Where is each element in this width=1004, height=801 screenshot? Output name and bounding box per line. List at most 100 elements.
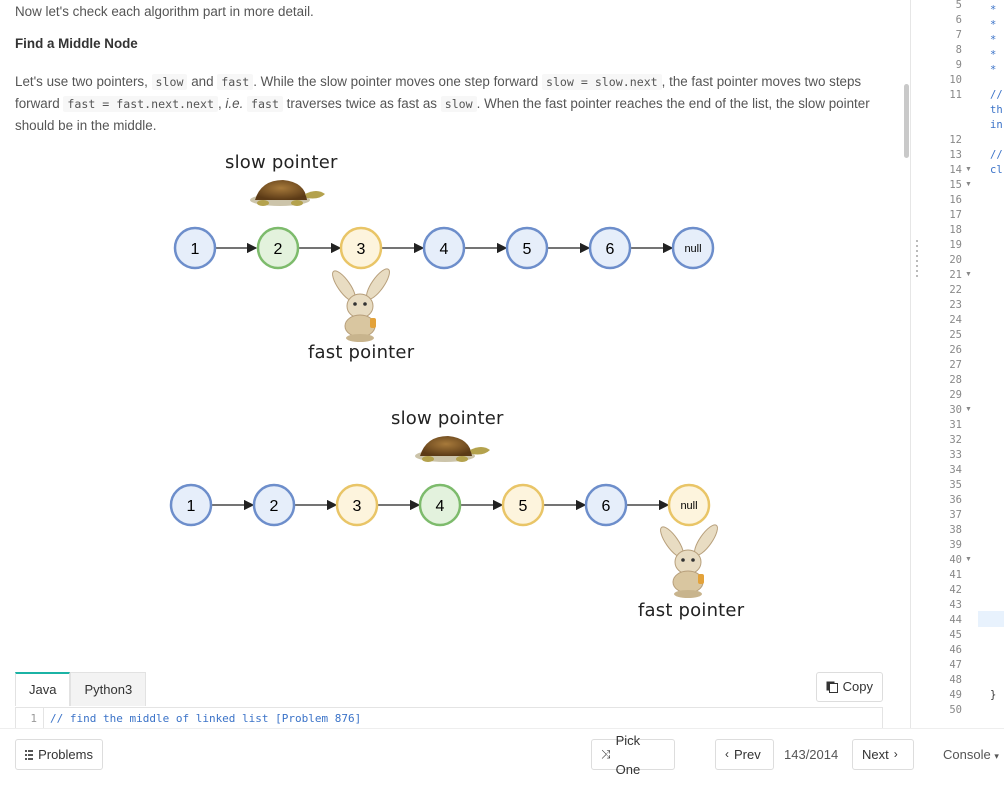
line-number: 50 [949, 704, 962, 716]
code-fast: fast [217, 74, 254, 90]
fast-pointer-label: fast pointer [308, 342, 415, 363]
console-toggle[interactable]: Console ▾ [943, 739, 999, 772]
intro-text: Now let's check each algorithm part in m… [15, 4, 314, 19]
problems-label: Problems [38, 747, 93, 762]
fold-arrow-icon[interactable]: ▼ [965, 271, 972, 278]
line-number: 37 [949, 509, 962, 521]
line-number: 32 [949, 434, 962, 446]
line-number: 36 [949, 494, 962, 506]
pick-one-button[interactable]: ⤨ Pick One [591, 733, 675, 777]
shuffle-icon: ⤨ [601, 747, 611, 761]
line-number: 9 [955, 59, 962, 71]
node-label: 5 [519, 498, 528, 515]
line-number: 24 [949, 314, 962, 326]
turtle-icon [250, 180, 325, 206]
chevron-left-icon: ‹ [725, 747, 729, 761]
line-number: 18 [949, 224, 962, 236]
editor-code-fragment: cl [990, 164, 1003, 176]
list-node: 4 [418, 483, 462, 527]
line-number: 38 [949, 524, 962, 536]
line-number: 15 [949, 179, 962, 191]
prev-label: Prev [734, 747, 761, 762]
code-tabs-panel: Java Python3 Copy 1 // find the middle of… [15, 672, 883, 728]
line-number: 44 [949, 614, 962, 626]
line-number: 17 [949, 209, 962, 221]
code-slow-2: slow [440, 96, 477, 112]
line-number: 19 [949, 239, 962, 251]
node-label: null [684, 243, 701, 255]
code-editor-pane[interactable]: 5 6 7 8 9 10 11 12 13 14 ▼ 15 ▼ 16 17 18 19 20 21 ▼ 22 23 24 25… [920, 0, 1004, 728]
line-number: 48 [949, 674, 962, 686]
editor-code-fragment: in [990, 119, 1003, 131]
fold-arrow-icon[interactable]: ▼ [965, 166, 972, 173]
pane-resize-handle[interactable] [916, 240, 919, 286]
list-node: 5 [501, 483, 545, 527]
list-node: 3 [339, 226, 383, 270]
para-text: and [187, 74, 218, 89]
node-label: 3 [353, 498, 362, 515]
list-node: 1 [173, 226, 217, 270]
problems-button[interactable]: Problems [15, 739, 103, 770]
line-number: 28 [949, 374, 962, 386]
line-number: 8 [955, 44, 962, 56]
linked-list-diagram-1: slow pointer 1 2 3 4 5 6 null fast point… [160, 148, 760, 388]
line-number: 21 [949, 269, 962, 281]
copy-button[interactable]: Copy [815, 672, 883, 702]
article-scrollbar-thumb[interactable] [904, 84, 909, 158]
para-ie: i.e. [225, 96, 244, 111]
line-number: 29 [949, 389, 962, 401]
console-label: Console [943, 747, 991, 762]
copy-label: Copy [842, 679, 873, 694]
node-label: 2 [274, 241, 283, 258]
editor-code-fragment: // [990, 89, 1003, 101]
tab-python3[interactable]: Python3 [70, 672, 147, 706]
rabbit-icon [660, 524, 718, 598]
line-number: 23 [949, 299, 962, 311]
line-number: 26 [949, 344, 962, 356]
editor-code-fragment: * [990, 34, 997, 46]
editor-code-fragment: * [990, 19, 997, 31]
editor-code-fragment: * [990, 4, 997, 16]
editor-code-fragment: * [990, 64, 997, 76]
copy-icon [826, 681, 838, 693]
line-number: 16 [949, 194, 962, 206]
fold-arrow-icon[interactable]: ▼ [965, 556, 972, 563]
editor-code-fragment: // [990, 149, 1003, 161]
line-number: 41 [949, 569, 962, 581]
code-comment: // find the middle of linked list [Probl… [50, 712, 362, 725]
node-label: 4 [440, 241, 449, 258]
line-number: 27 [949, 359, 962, 371]
node-label: null [680, 500, 697, 512]
fold-arrow-icon[interactable]: ▼ [965, 406, 972, 413]
line-number: 45 [949, 629, 962, 641]
line-number: 42 [949, 584, 962, 596]
node-label: 1 [191, 241, 200, 258]
code-fast-2: fast [247, 96, 283, 112]
next-button[interactable]: Next › [852, 739, 914, 770]
line-number: 14 [949, 164, 962, 176]
caret-down-icon: ▾ [994, 751, 999, 761]
line-number: 31 [949, 419, 962, 431]
tab-java[interactable]: Java [15, 672, 71, 706]
line-number: 30 [949, 404, 962, 416]
line-number: 49 [949, 689, 962, 701]
line-number: 35 [949, 479, 962, 491]
fold-arrow-icon[interactable]: ▼ [965, 181, 972, 188]
explanation-paragraph: Let's use two pointers, slow and fast. W… [15, 71, 885, 136]
line-number: 34 [949, 464, 962, 476]
next-label: Next [862, 747, 889, 762]
current-line-highlight [978, 611, 1004, 627]
line-number: 1 [16, 708, 44, 728]
line-number: 5 [955, 0, 962, 11]
linked-list-diagram-2: slow pointer 1 2 3 4 5 6 null fast point… [160, 404, 760, 644]
list-node-null: null [667, 483, 711, 527]
language-tabbar: Java Python3 [15, 672, 147, 706]
prev-button[interactable]: ‹ Prev [715, 739, 774, 770]
code-slow: slow [151, 74, 188, 90]
line-number: 11 [949, 89, 962, 101]
problem-counter: 143/2014 [784, 747, 839, 762]
line-number: 43 [949, 599, 962, 611]
editor-code-fragment: th [990, 104, 1003, 116]
node-label: 6 [602, 498, 611, 515]
list-node: 6 [588, 226, 632, 270]
